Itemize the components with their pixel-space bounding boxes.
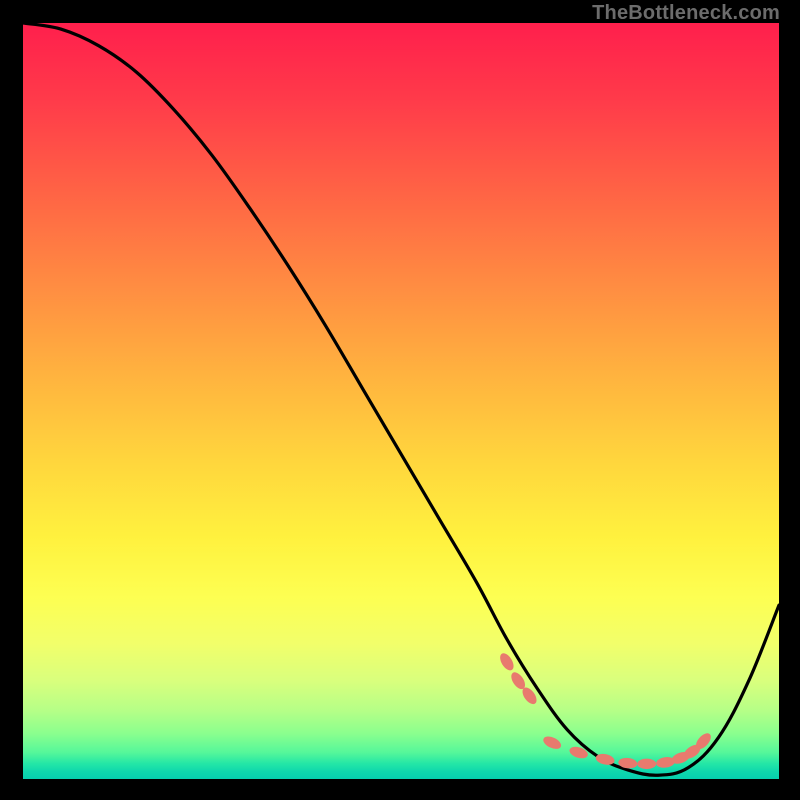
bottleneck-curve xyxy=(23,23,779,775)
optimum-marker xyxy=(637,759,656,769)
watermark-text: TheBottleneck.com xyxy=(592,2,780,25)
plot-area xyxy=(23,23,779,779)
optimum-marker xyxy=(497,651,516,673)
optimum-markers xyxy=(497,651,713,769)
curve-layer xyxy=(23,23,779,779)
optimum-marker xyxy=(541,734,563,751)
chart-stage: TheBottleneck.com xyxy=(0,0,800,800)
